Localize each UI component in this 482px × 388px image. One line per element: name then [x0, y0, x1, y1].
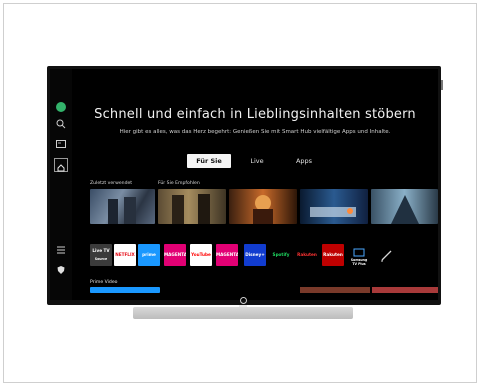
- tv-screen: Schnell und einfach in Lieblingsinhalten…: [50, 69, 438, 300]
- thumbnail-recommended-2[interactable]: [229, 189, 297, 224]
- app-samsung-tv-plus[interactable]: Samsung TV Plus: [348, 244, 370, 266]
- shield-icon[interactable]: [55, 265, 67, 277]
- home-icon[interactable]: [54, 158, 68, 172]
- prime-row-preview[interactable]: [90, 287, 160, 293]
- thumbnail-recent[interactable]: [90, 189, 155, 224]
- tv-side-knob: [441, 80, 443, 90]
- app-netflix[interactable]: NETFLIX: [114, 244, 136, 266]
- source-icon[interactable]: [55, 139, 67, 151]
- hero-title: Schnell und einfach in Lieblingsinhalten…: [94, 107, 416, 122]
- app-rakuten-tv-dark[interactable]: Rakuten TV: [296, 244, 318, 266]
- tv-logo-icon: [240, 297, 247, 304]
- tab-fuer-sie[interactable]: Für Sie: [187, 154, 231, 168]
- thumbnail-recommended-4[interactable]: [371, 189, 438, 224]
- prime-row-preview-3[interactable]: [372, 287, 438, 293]
- tv-stand: [133, 305, 353, 321]
- app-samsung-tv-plus-label: Samsung TV Plus: [350, 258, 368, 266]
- section-recommended-label: Für Sie Empfohlen: [158, 181, 200, 186]
- thumbnail-recommended-3[interactable]: [300, 189, 368, 224]
- app-magenta-sport[interactable]: MAGENTA SPORT: [216, 244, 238, 266]
- television: Schnell und einfach in Lieblingsinhalten…: [47, 66, 441, 305]
- prime-row-preview-2[interactable]: [300, 287, 370, 293]
- app-spotify[interactable]: Spotify: [270, 244, 292, 266]
- hero-subtitle: Hier gibt es alles, was das Herz begehrt…: [119, 129, 391, 135]
- thumbnail-recommended-1[interactable]: [158, 189, 226, 224]
- tv-stand-base: [133, 307, 353, 319]
- section-recent-label: Zuletzt verwendet: [90, 181, 133, 186]
- app-magenta-tv[interactable]: MAGENTA TV: [164, 244, 186, 266]
- avatar-icon[interactable]: [56, 102, 66, 112]
- pencil-icon[interactable]: [376, 244, 398, 266]
- app-live-tv-sub: Source: [94, 257, 108, 261]
- app-prime-video[interactable]: prime video: [138, 244, 160, 266]
- app-youtube[interactable]: YouTube: [190, 244, 212, 266]
- search-icon[interactable]: [55, 119, 67, 131]
- sidebar: [50, 69, 72, 300]
- tab-apps[interactable]: Apps: [290, 154, 318, 168]
- app-live-tv[interactable]: Live TV Source: [90, 244, 112, 266]
- section-prime-label: Prime Video: [90, 280, 118, 285]
- app-disney-plus[interactable]: Disney+: [244, 244, 266, 266]
- menu-icon[interactable]: [55, 245, 67, 257]
- app-rakuten-tv[interactable]: Rakuten TV: [322, 244, 344, 266]
- tab-live[interactable]: Live: [246, 154, 268, 168]
